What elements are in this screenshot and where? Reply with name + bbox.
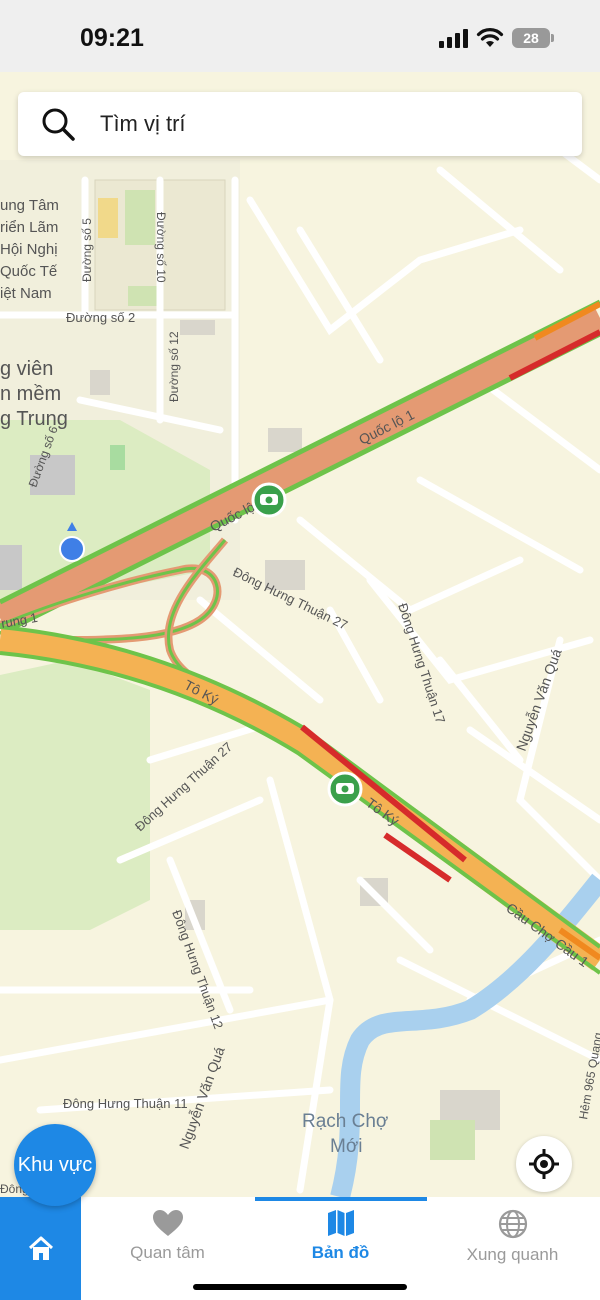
map-label: Đông Hưng Thuận 11 <box>63 1096 188 1111</box>
map-label: Đường số 5 <box>80 218 94 282</box>
search-input[interactable]: Tìm vị trí <box>100 111 186 137</box>
tab-label: Xung quanh <box>466 1245 559 1264</box>
traffic-camera-icon[interactable] <box>327 771 363 807</box>
tab-home[interactable] <box>0 1197 81 1300</box>
map-label: Đường số 10 <box>154 212 168 283</box>
map-view[interactable]: ung Tâm riển Lãm Hội Nghị Quốc Tế iệt Na… <box>0 72 600 1197</box>
map-icon <box>327 1210 354 1236</box>
locate-me-button[interactable] <box>516 1136 572 1192</box>
tab-label: Bản đồ <box>311 1243 370 1262</box>
tab-nearby[interactable]: Xung quanh <box>440 1197 585 1300</box>
map-label: g Trung <box>0 408 68 430</box>
map-canvas[interactable]: ung Tâm riển Lãm Hội Nghị Quốc Tế iệt Na… <box>0 72 600 1197</box>
map-label: Hội Nghị <box>0 241 58 258</box>
wifi-icon <box>476 28 504 47</box>
signal-icon <box>439 28 468 48</box>
heart-icon <box>152 1210 183 1236</box>
status-bar: 09:21 28 <box>0 0 600 72</box>
map-label: Mới <box>330 1136 363 1157</box>
map-label: g viên <box>0 358 53 380</box>
map-label: ung Tâm <box>0 197 59 214</box>
battery-icon: 28 <box>512 28 554 48</box>
map-label: Đường số 12 <box>167 331 181 402</box>
home-indicator <box>193 1284 407 1290</box>
search-bar[interactable]: Tìm vị trí <box>18 92 582 156</box>
map-label: n mềm <box>0 383 61 405</box>
tab-label: Quan tâm <box>130 1243 205 1262</box>
map-label: riển Lãm <box>0 219 58 236</box>
map-label: Quốc Tế <box>0 263 58 280</box>
map-label: Rạch Chợ <box>302 1111 388 1132</box>
status-time: 09:21 <box>80 24 144 52</box>
home-icon <box>28 1236 53 1260</box>
map-label: Đường số 2 <box>66 310 135 325</box>
area-button[interactable]: Khu vực <box>14 1124 96 1206</box>
crosshair-icon <box>529 1149 559 1179</box>
traffic-camera-icon[interactable] <box>251 482 287 518</box>
search-icon <box>42 108 75 141</box>
map-label: iệt Nam <box>0 285 52 302</box>
globe-icon <box>498 1209 527 1239</box>
